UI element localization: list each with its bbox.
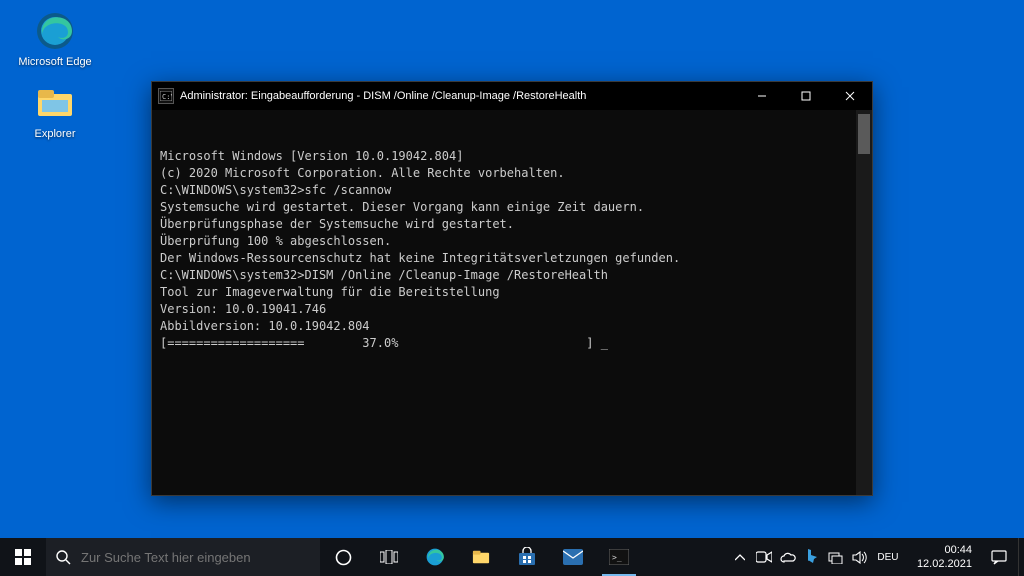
taskbar-app-explorer[interactable]	[458, 538, 504, 576]
terminal-line: [=================== 37.0% ] _	[160, 335, 864, 352]
folder-icon	[34, 82, 76, 124]
desktop-icon-edge[interactable]: Microsoft Edge	[18, 10, 92, 68]
taskbar-clock[interactable]: 00:44 12.02.2021	[909, 538, 980, 576]
edge-icon	[34, 10, 76, 52]
cortana-button[interactable]	[320, 538, 366, 576]
cmd-icon: C:\	[158, 88, 174, 104]
cmd-window[interactable]: C:\ Administrator: Eingabeaufforderung -…	[151, 81, 873, 496]
maximize-button[interactable]	[784, 82, 828, 110]
desktop-icon-explorer[interactable]: Explorer	[18, 82, 92, 140]
svg-text:>_: >_	[612, 553, 622, 562]
taskbar-spacer	[642, 538, 729, 576]
taskbar-app-store[interactable]	[504, 538, 550, 576]
search-box[interactable]	[46, 538, 320, 576]
terminal-line: C:\WINDOWS\system32>DISM /Online /Cleanu…	[160, 267, 864, 284]
network-icon[interactable]	[825, 538, 847, 576]
task-view-button[interactable]	[366, 538, 412, 576]
svg-text:C:\: C:\	[162, 93, 172, 101]
clock-date: 12.02.2021	[917, 557, 972, 571]
taskbar-app-cmd[interactable]: >_	[596, 538, 642, 576]
terminal-line: Überprüfungsphase der Systemsuche wird g…	[160, 216, 864, 233]
search-input[interactable]	[81, 550, 310, 565]
volume-icon[interactable]	[849, 538, 871, 576]
search-icon	[56, 550, 71, 565]
terminal-line: Überprüfung 100 % abgeschlossen.	[160, 233, 864, 250]
terminal-line: Microsoft Windows [Version 10.0.19042.80…	[160, 148, 864, 165]
show-desktop-button[interactable]	[1018, 538, 1024, 576]
window-title: Administrator: Eingabeaufforderung - DIS…	[180, 90, 740, 102]
terminal-output[interactable]: Microsoft Windows [Version 10.0.19042.80…	[152, 110, 872, 495]
terminal-line: Tool zur Imageverwaltung für die Bereits…	[160, 284, 864, 301]
terminal-line: Abbildversion: 10.0.19042.804	[160, 318, 864, 335]
terminal-line: Der Windows-Ressourcenschutz hat keine I…	[160, 250, 864, 267]
close-button[interactable]	[828, 82, 872, 110]
scrollbar-thumb[interactable]	[858, 114, 870, 154]
titlebar[interactable]: C:\ Administrator: Eingabeaufforderung -…	[152, 82, 872, 110]
terminal-line: Version: 10.0.19041.746	[160, 301, 864, 318]
minimize-button[interactable]	[740, 82, 784, 110]
taskbar-app-mail[interactable]	[550, 538, 596, 576]
scrollbar[interactable]	[856, 110, 872, 495]
taskbar: >_ DEU 00:44 12.02.2021	[0, 538, 1024, 576]
action-center-button[interactable]	[980, 538, 1018, 576]
terminal-line: (c) 2020 Microsoft Corporation. Alle Rec…	[160, 165, 864, 182]
language-indicator[interactable]: DEU	[873, 538, 903, 576]
terminal-line: C:\WINDOWS\system32>sfc /scannow	[160, 182, 864, 199]
onedrive-icon[interactable]	[777, 538, 799, 576]
desktop-icon-label: Explorer	[18, 128, 92, 140]
desktop-icon-label: Microsoft Edge	[18, 56, 92, 68]
meet-now-icon[interactable]	[753, 538, 775, 576]
clock-time: 00:44	[944, 543, 972, 557]
bing-icon[interactable]	[801, 538, 823, 576]
tray-chevron-up-icon[interactable]	[729, 538, 751, 576]
terminal-line: Systemsuche wird gestartet. Dieser Vorga…	[160, 199, 864, 216]
system-tray: DEU	[729, 538, 909, 576]
start-button[interactable]	[0, 538, 46, 576]
taskbar-app-edge[interactable]	[412, 538, 458, 576]
